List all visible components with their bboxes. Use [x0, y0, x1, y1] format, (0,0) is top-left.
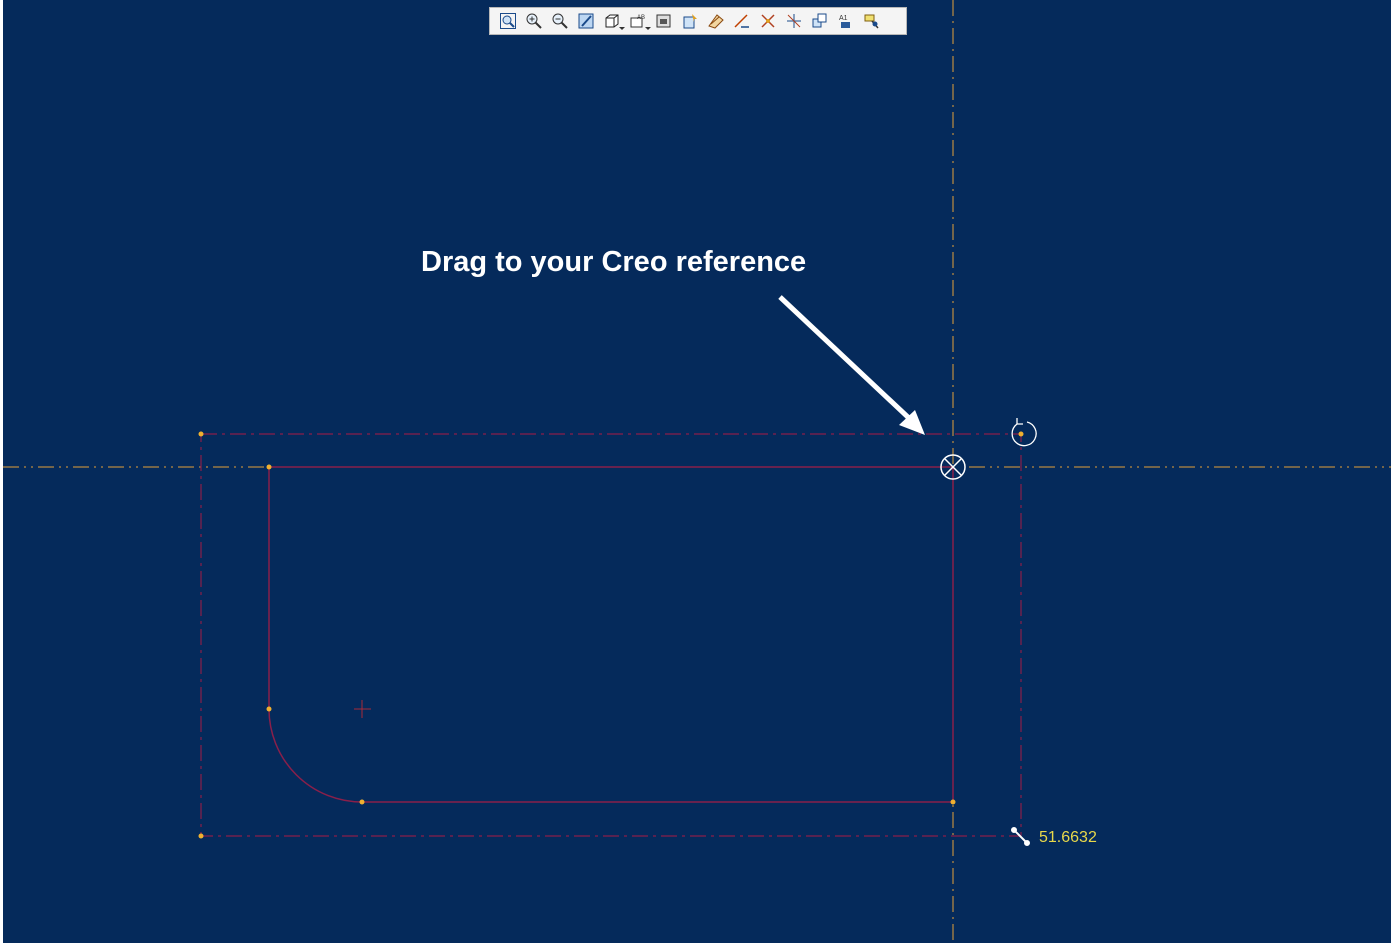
vertex-display-button[interactable] — [782, 10, 806, 32]
layers-button[interactable] — [808, 10, 832, 32]
dimension-display-button[interactable] — [704, 10, 728, 32]
grid-display-icon — [761, 14, 775, 28]
zoom-out-icon — [552, 13, 568, 29]
dimension-display-icon — [708, 14, 724, 29]
grid-display-button[interactable] — [756, 10, 780, 32]
display-style-button[interactable] — [600, 10, 625, 32]
scale-value-label[interactable]: 51.6632 — [1039, 829, 1097, 847]
graphics-toolbar: AB A1 — [489, 7, 907, 35]
sketch-display-button[interactable] — [678, 10, 702, 32]
refit-button[interactable] — [496, 10, 520, 32]
sketch-view-icon: AB — [630, 15, 645, 28]
svg-text:AB: AB — [637, 15, 645, 21]
constraint-display-icon — [734, 14, 749, 28]
axis-display-icon — [864, 14, 879, 29]
annotation-label: Drag to your Creo reference — [421, 246, 807, 278]
refit-icon — [500, 13, 516, 29]
vertex-display-icon — [787, 14, 801, 28]
sketch-geometry[interactable] — [3, 0, 1391, 943]
constraint-display-button[interactable] — [730, 10, 754, 32]
annotation-arrow — [778, 295, 925, 435]
saved-orientations-button[interactable] — [652, 10, 676, 32]
selection-bounding-box[interactable] — [200, 433, 1022, 837]
repaint-icon — [578, 13, 594, 29]
zoom-in-button[interactable] — [522, 10, 546, 32]
sketch-canvas[interactable]: Drag to your Creo reference 51.6632 AB A… — [3, 0, 1391, 943]
sketch-profile[interactable] — [268, 466, 954, 803]
vertex-points[interactable] — [198, 431, 1024, 839]
display-style-icon — [605, 14, 619, 28]
rotate-handle-icon[interactable] — [1011, 418, 1037, 447]
layers-icon — [812, 13, 827, 28]
sketch-display-icon — [683, 14, 697, 29]
annotation-display-icon: A1 — [839, 15, 850, 28]
saved-orientations-icon — [656, 14, 671, 28]
arc-center-marker — [354, 700, 371, 718]
axis-display-button[interactable] — [860, 10, 884, 32]
svg-text:A1: A1 — [839, 15, 848, 22]
repaint-button[interactable] — [574, 10, 598, 32]
sketch-view-button[interactable]: AB — [626, 10, 651, 32]
zoom-out-button[interactable] — [548, 10, 572, 32]
zoom-in-icon — [526, 13, 542, 29]
annotation-display-button[interactable]: A1 — [834, 10, 858, 32]
